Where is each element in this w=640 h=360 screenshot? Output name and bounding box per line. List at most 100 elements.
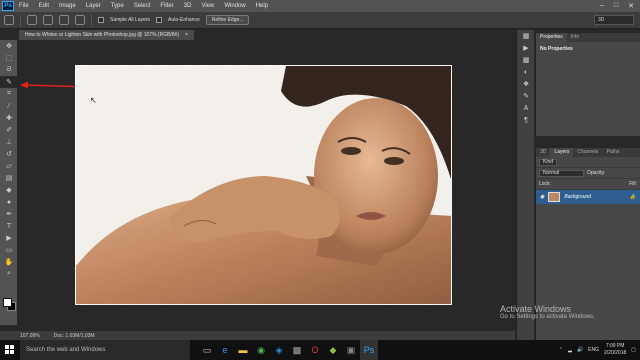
menu-image[interactable]: Image xyxy=(54,3,81,9)
app-icon[interactable]: ▩ xyxy=(288,340,306,360)
menu-select[interactable]: Select xyxy=(129,3,156,9)
menu-edit[interactable]: Edit xyxy=(34,3,54,9)
clock-date: 2/20/2018 xyxy=(604,350,627,356)
lasso-tool-icon[interactable]: ᘐ xyxy=(0,64,18,76)
move-tool-icon[interactable]: ✥ xyxy=(0,40,18,52)
tab-3d[interactable]: 3D xyxy=(536,148,550,157)
path-selection-tool-icon[interactable]: ▶ xyxy=(0,232,18,244)
windows-taskbar: Search the web and Windows ▭ e ▬ ◉ ◈ ▩ O… xyxy=(0,340,640,360)
paragraph-panel-icon[interactable]: ¶ xyxy=(517,114,535,126)
brush-size-icon[interactable] xyxy=(75,15,85,25)
adjustments-panel-icon[interactable]: ◐ xyxy=(517,66,535,78)
sample-all-layers-checkbox[interactable] xyxy=(98,17,104,23)
tab-properties[interactable]: Properties xyxy=(536,33,567,42)
minimize-button[interactable]: – xyxy=(600,2,604,10)
close-button[interactable]: ✕ xyxy=(628,2,634,10)
add-to-selection-icon[interactable] xyxy=(43,15,53,25)
menu-3d[interactable]: 3D xyxy=(179,3,197,9)
sample-all-layers-label: Sample All Layers xyxy=(110,17,151,23)
menu-bar: Ps File Edit Image Layer Type Select Fil… xyxy=(0,0,640,12)
activate-subtitle: Go to Settings to activate Windows. xyxy=(500,314,595,320)
crop-tool-icon[interactable]: ⌗ xyxy=(0,88,18,100)
workspace-select[interactable]: 3D xyxy=(594,15,634,25)
healing-brush-tool-icon[interactable]: ✚ xyxy=(0,112,18,124)
document-tab[interactable]: How to Whiten or Lighten Skin with Photo… xyxy=(19,30,194,40)
blur-tool-icon[interactable]: ◆ xyxy=(0,184,18,196)
notifications-icon[interactable]: ▢ xyxy=(631,347,636,353)
auto-enhance-checkbox[interactable] xyxy=(156,17,163,23)
taskbar-search[interactable]: Search the web and Windows xyxy=(20,340,190,360)
dodge-tool-icon[interactable]: ● xyxy=(0,196,18,208)
menu-filter[interactable]: Filter xyxy=(155,3,178,9)
layers-tabs: 3D Layers Channels Paths xyxy=(536,148,640,157)
properties-tabs: Properties Info xyxy=(536,33,640,42)
menu-view[interactable]: View xyxy=(196,3,219,9)
document-size: Doc: 1.03M/1.03M xyxy=(53,332,95,339)
portrait-photo xyxy=(76,66,451,304)
actions-panel-icon[interactable]: ▶ xyxy=(517,42,535,54)
task-view-icon[interactable]: ▭ xyxy=(198,340,216,360)
network-icon[interactable]: ▂ xyxy=(568,347,572,353)
history-panel-icon[interactable]: ▦ xyxy=(517,30,535,42)
clone-stamp-tool-icon[interactable]: ⊥ xyxy=(0,136,18,148)
chevron-up-icon[interactable]: ⌃ xyxy=(559,347,563,353)
photoshop-logo: Ps xyxy=(2,1,14,11)
gradient-tool-icon[interactable]: ▤ xyxy=(0,172,18,184)
hand-tool-icon[interactable]: ✋ xyxy=(0,256,18,268)
lock-row: Lock: Fill: xyxy=(536,179,640,190)
menu-window[interactable]: Window xyxy=(219,3,250,9)
chrome-icon[interactable]: ◉ xyxy=(252,340,270,360)
app-icon-3[interactable]: ▣ xyxy=(342,340,360,360)
photoshop-taskbar-icon[interactable]: Ps xyxy=(360,340,378,360)
kind-filter-select[interactable]: Kind xyxy=(539,158,558,166)
zoom-tool-icon[interactable]: ⌕ xyxy=(0,268,18,280)
marquee-tool-icon[interactable]: ⬚ xyxy=(0,52,18,64)
opacity-label: Opacity: xyxy=(587,170,606,176)
eyedropper-tool-icon[interactable]: ⁄ xyxy=(0,100,18,112)
language-indicator[interactable]: ENG xyxy=(588,347,599,353)
app-icon-2[interactable]: ◆ xyxy=(324,340,342,360)
eraser-tool-icon[interactable]: ▱ xyxy=(0,160,18,172)
menu-layer[interactable]: Layer xyxy=(81,3,106,9)
quick-selection-tool-icon[interactable]: ✎ xyxy=(0,76,18,88)
menu-file[interactable]: File xyxy=(14,3,34,9)
menu-type[interactable]: Type xyxy=(106,3,129,9)
layer-background[interactable]: ◉ Background 🔒 xyxy=(536,190,640,204)
edge-icon[interactable]: e xyxy=(216,340,234,360)
blend-mode-select[interactable]: Normal xyxy=(539,169,584,177)
styles-panel-icon[interactable]: ❖ xyxy=(517,78,535,90)
subtract-from-selection-icon[interactable] xyxy=(59,15,69,25)
store-icon[interactable]: ◈ xyxy=(270,340,288,360)
close-tab-icon[interactable]: × xyxy=(185,32,188,38)
shape-tool-icon[interactable]: ▭ xyxy=(0,244,18,256)
volume-icon[interactable]: 🔊 xyxy=(577,347,583,353)
opera-icon[interactable]: O xyxy=(306,340,324,360)
properties-body: No Properties xyxy=(540,46,573,52)
foreground-color-swatch[interactable] xyxy=(3,298,12,307)
type-tool-icon[interactable]: T xyxy=(0,220,18,232)
start-button[interactable] xyxy=(0,340,20,360)
eye-icon[interactable]: ◉ xyxy=(540,194,544,200)
tab-layers[interactable]: Layers xyxy=(550,148,574,157)
swatches-panel-icon[interactable]: ▩ xyxy=(517,54,535,66)
history-brush-tool-icon[interactable]: ↺ xyxy=(0,148,18,160)
zoom-level[interactable]: 107.09% xyxy=(20,333,40,339)
tab-info[interactable]: Info xyxy=(567,33,583,42)
activate-title: Activate Windows xyxy=(500,304,572,314)
tab-paths[interactable]: Paths xyxy=(603,148,624,157)
menu-help[interactable]: Help xyxy=(251,3,273,9)
file-explorer-icon[interactable]: ▬ xyxy=(234,340,252,360)
refine-edge-button[interactable]: Refine Edge... xyxy=(205,15,250,25)
maximize-button[interactable]: □ xyxy=(614,2,618,10)
tools-panel: ✥ ⬚ ᘐ ✎ ⌗ ⁄ ✚ ✐ ⊥ ↺ ▱ ▤ ◆ ● ✒ T ▶ ▭ ✋ ⌕ xyxy=(0,40,18,325)
brush-panel-icon[interactable]: ✎ xyxy=(517,90,535,102)
tab-channels[interactable]: Channels xyxy=(573,148,602,157)
quick-selection-tool-icon[interactable] xyxy=(4,15,14,25)
new-selection-icon[interactable] xyxy=(27,15,37,25)
document-canvas[interactable] xyxy=(75,65,452,305)
pen-tool-icon[interactable]: ✒ xyxy=(0,208,18,220)
brush-tool-icon[interactable]: ✐ xyxy=(0,124,18,136)
clock[interactable]: 7:09 PM 2/20/2018 xyxy=(604,343,626,357)
character-panel-icon[interactable]: A xyxy=(517,102,535,114)
activate-windows-watermark: Activate Windows Go to Settings to activ… xyxy=(500,304,595,320)
